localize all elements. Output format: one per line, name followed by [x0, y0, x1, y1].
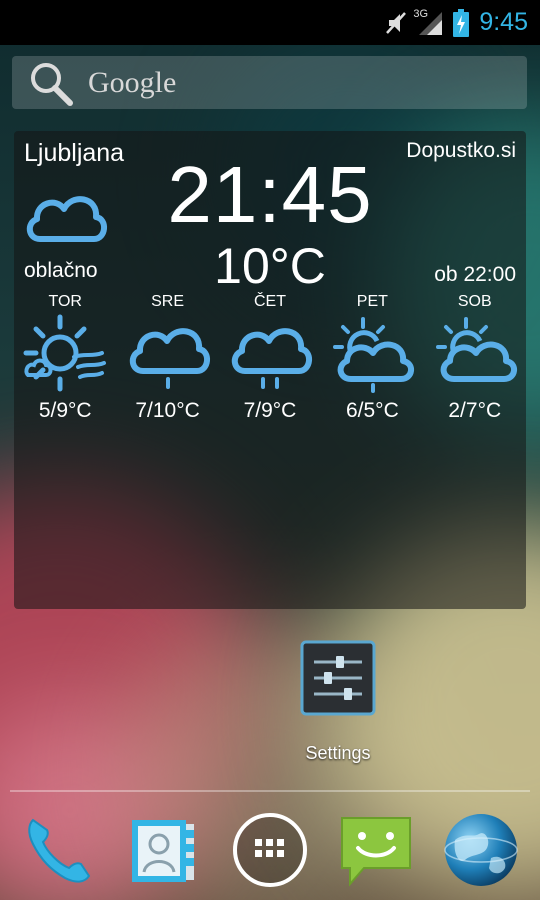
status-bar: 3G 9:45 — [0, 0, 540, 45]
forecast-day: TOR 5/9°C — [14, 291, 116, 423]
dock-divider — [10, 790, 530, 792]
cloud-rain-icon — [219, 313, 321, 395]
messaging-icon[interactable] — [331, 807, 421, 893]
forecast-row: TOR 5/9°C SRE 7/10°C ČET 7/9°C PET 6/5°C… — [14, 291, 526, 423]
cloud-rain-icon — [116, 313, 218, 395]
weather-widget[interactable]: Ljubljana Dopustko.si 21:45 10°C oblačno… — [14, 131, 526, 609]
forecast-temp-range: 2/7°C — [448, 399, 502, 422]
forecast-day: SRE 7/10°C — [116, 291, 218, 423]
status-time: 9:45 — [479, 8, 528, 36]
browser-icon[interactable] — [436, 807, 526, 893]
partly-cloudy-icon — [424, 313, 526, 395]
dock — [0, 805, 540, 895]
forecast-day-name: PET — [356, 293, 388, 310]
settings-shortcut[interactable]: Settings — [292, 640, 384, 764]
forecast-temp-range: 7/9°C — [243, 399, 297, 422]
muted-icon — [385, 11, 407, 35]
partly-cloudy-icon — [321, 313, 423, 395]
forecast-day: PET 6/5°C — [321, 291, 423, 423]
signal-icon: 3G — [413, 8, 443, 36]
contacts-icon[interactable] — [119, 807, 209, 893]
forecast-day-name: SRE — [151, 293, 185, 310]
weather-updated-time: ob 22:00 — [434, 263, 516, 286]
google-search-bar[interactable]: Google — [12, 56, 527, 109]
forecast-day-name: TOR — [48, 293, 82, 310]
forecast-temp-range: 6/5°C — [345, 399, 399, 422]
forecast-day-name: SOB — [457, 293, 492, 310]
settings-label: Settings — [305, 743, 371, 763]
network-type-label: 3G — [413, 7, 429, 20]
forecast-temp-range: 5/9°C — [38, 399, 92, 422]
forecast-day-name: ČET — [253, 293, 286, 310]
forecast-temp-range: 7/10°C — [135, 399, 200, 422]
search-icon — [28, 60, 74, 106]
battery-charging-icon — [453, 8, 470, 37]
forecast-day: SOB 2/7°C — [424, 291, 526, 423]
weather-condition: oblačno — [24, 259, 98, 282]
settings-sliders-icon — [300, 640, 376, 721]
search-placeholder: Google — [88, 65, 177, 99]
forecast-day: ČET 7/9°C — [219, 291, 321, 423]
sun-cloud-wind-icon — [14, 313, 116, 395]
phone-icon[interactable] — [14, 807, 104, 893]
app-drawer-icon[interactable] — [225, 807, 315, 893]
